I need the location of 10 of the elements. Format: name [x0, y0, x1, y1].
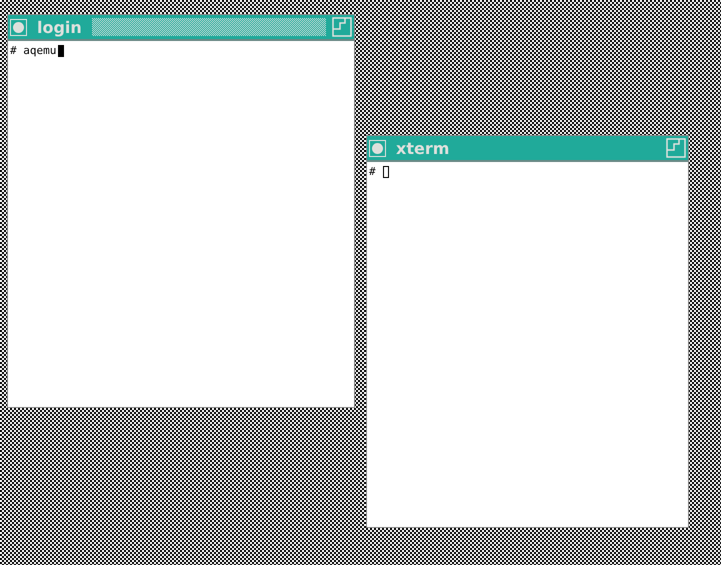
terminal-line: # aqemu	[10, 44, 56, 57]
title-bar[interactable]: xterm	[367, 136, 688, 162]
resize-icon[interactable]	[666, 138, 686, 158]
resize-icon[interactable]	[332, 17, 352, 37]
close-icon[interactable]	[369, 140, 386, 156]
title-bar[interactable]: login	[8, 15, 354, 41]
terminal-line: #	[369, 165, 376, 178]
window-title: login	[36, 18, 83, 36]
close-icon[interactable]	[10, 18, 27, 36]
window-title: xterm	[395, 138, 450, 158]
